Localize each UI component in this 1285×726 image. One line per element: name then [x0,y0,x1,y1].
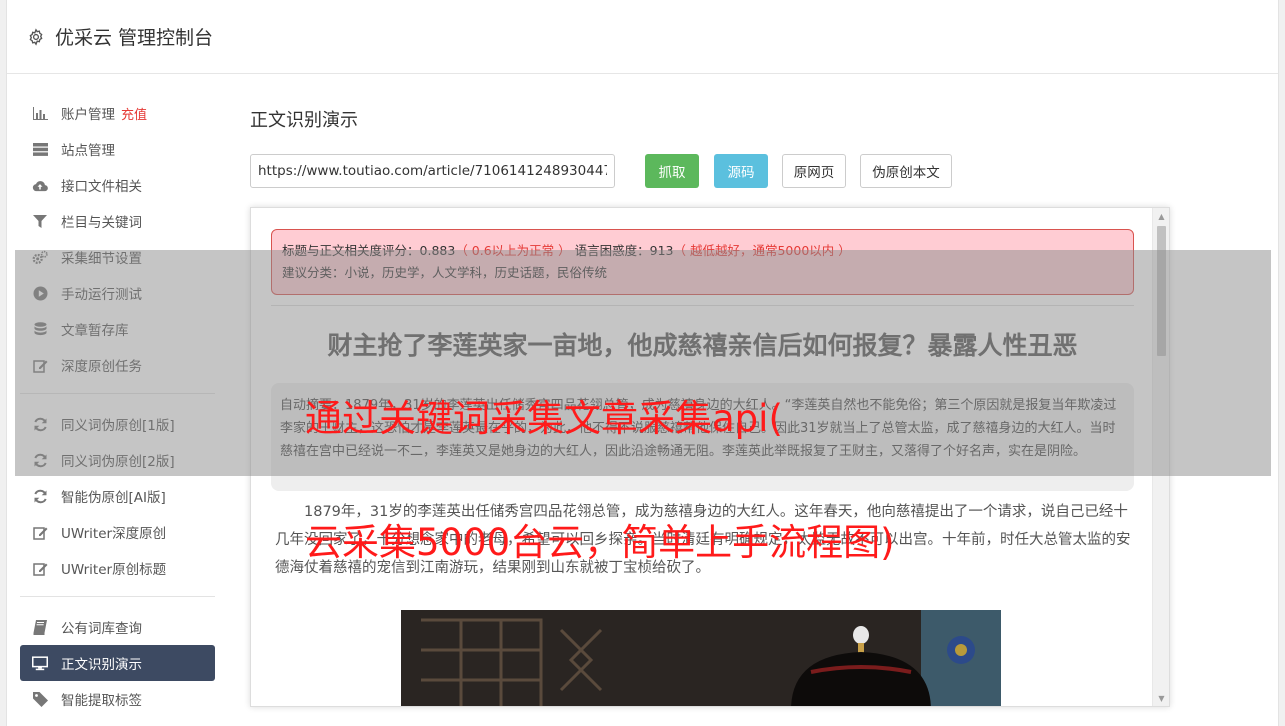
sidebar-item-label: 同义词伪原创[2版] [61,454,175,470]
sidebar-item-synonym-v1[interactable]: 同义词伪原创[1版] [20,406,215,442]
sidebar-item-label: 接口文件相关 [61,179,142,195]
sidebar-item-label: 公有词库查询 [61,621,142,637]
edit-icon [32,357,48,373]
sidebar-item-label: 栏目与关键词 [61,215,142,231]
sidebar-item-uwriter-deep[interactable]: UWriter深度原创 [20,514,215,550]
result-panel: 标题与正文相关度评分：0.883（ 0.6以上为正常 ） 语言困惑度：913（ … [250,207,1170,707]
score-alert: 标题与正文相关度评分：0.883（ 0.6以上为正常 ） 语言困惑度：913（ … [271,229,1134,295]
article-headline: 财主抢了李莲英家一亩地，他成慈禧亲信后如何报复？暴露人性丑恶 [327,331,1078,360]
original-page-button[interactable]: 原网页 [782,154,846,188]
bar-chart-icon [32,105,48,121]
article-body: 1879年，31岁的李莲英出任储秀宫四品花翎总管，成为慈禧身边的大红人。这年春天… [275,504,1131,576]
app-title: 优采云 管理控制台 [55,27,214,49]
sidebar-item-public-lexicon[interactable]: 公有词库查询 [20,609,215,645]
sidebar-item-label: 手动运行测试 [61,287,142,303]
score-line: 标题与正文相关度评分：0.883（ 0.6以上为正常 ） 语言困惑度：913（ … [282,240,1123,262]
divider [271,305,1134,306]
sidebar-divider [20,596,215,597]
top-bar: 优采云 管理控制台 [7,0,1278,74]
filter-icon [32,213,48,229]
confusion-label: 语言困惑度： [574,243,650,258]
sidebar-item-interface-files[interactable]: 接口文件相关 [20,167,215,203]
score-label: 标题与正文相关度评分： [282,243,420,258]
auto-summary: 自动摘要：1879年，31岁的李莲英出任储秀宫四品花翎总管，成为慈禧身边的大红人… [271,383,1134,491]
article-image [401,610,1001,706]
sidebar-item-text-recognition[interactable]: 正文识别演示 [20,645,215,681]
result-scrollbar[interactable]: ▲ ▼ [1152,208,1169,706]
sidebar-item-synonym-v2[interactable]: 同义词伪原创[2版] [20,442,215,478]
refresh-icon [32,452,48,468]
page-title: 正文识别演示 [250,110,358,131]
scroll-thumb[interactable] [1157,226,1166,356]
recharge-link[interactable]: 充值 [121,104,147,123]
url-input[interactable] [250,154,615,188]
monitor-icon [32,655,48,671]
scroll-down-icon[interactable]: ▼ [1153,690,1169,706]
sidebar-item-smart-tags[interactable]: 智能提取标签 [20,681,215,717]
sidebar-item-collect-settings[interactable]: 采集细节设置 [20,239,215,275]
score-value: 0.883 [419,243,456,258]
sidebar-item-label: 正文识别演示 [61,657,142,673]
pseudo-original-button[interactable]: 伪原创本文 [860,154,952,188]
play-icon [32,285,48,301]
sidebar-item-ai-pseudo-original[interactable]: 智能伪原创[AI版] [20,478,215,514]
sidebar-item-sites[interactable]: 站点管理 [20,131,215,167]
score-note: （ 0.6以上为正常 ） [455,243,571,258]
scroll-up-icon[interactable]: ▲ [1153,208,1169,224]
confusion-note: （ 越低越好，通常5000以内 ） [673,243,851,258]
sidebar-divider [20,393,215,394]
database-icon [32,321,48,337]
refresh-icon [32,488,48,504]
gears-icon [32,249,48,265]
sidebar-item-deep-original-task[interactable]: 深度原创任务 [20,347,215,383]
edit-icon [32,524,48,540]
edit-icon [32,560,48,576]
sidebar-item-manual-run[interactable]: 手动运行测试 [20,275,215,311]
sidebar-item-account[interactable]: 账户管理 充值 [20,95,215,131]
gear-icon [29,27,43,46]
refresh-icon [32,416,48,432]
cloud-upload-icon [32,177,48,193]
sidebar: 账户管理 充值 站点管理 接口文件相关 栏目与关键词 采集细节设置 手动运行测试… [20,95,215,717]
category-values: 小说，历史学，人文学科，历史话题，民俗传统 [344,265,608,280]
server-icon [32,141,48,157]
tag-icon [32,691,48,707]
sidebar-item-article-store[interactable]: 文章暂存库 [20,311,215,347]
category-line: 建议分类：小说，历史学，人文学科，历史话题，民俗传统 [282,262,1123,284]
sidebar-item-label: 账户管理 [61,107,115,123]
sidebar-item-columns-keywords[interactable]: 栏目与关键词 [20,203,215,239]
sidebar-item-label: 智能伪原创[AI版] [61,490,166,506]
category-label: 建议分类： [282,265,345,280]
sidebar-item-label: 站点管理 [61,143,115,159]
sidebar-item-label: 文章暂存库 [61,323,129,339]
book-icon [32,619,48,635]
sidebar-item-label: 采集细节设置 [61,251,142,267]
sidebar-item-label: UWriter原创标题 [61,562,167,578]
sidebar-item-label: 深度原创任务 [61,359,142,375]
fetch-button[interactable]: 抓取 [645,154,699,188]
sidebar-item-uwriter-title[interactable]: UWriter原创标题 [20,550,215,586]
confusion-value: 913 [649,243,674,258]
source-button[interactable]: 源码 [714,154,768,188]
sidebar-item-label: UWriter深度原创 [61,526,167,542]
sidebar-item-label: 智能提取标签 [61,693,142,709]
sidebar-item-label: 同义词伪原创[1版] [61,418,175,434]
